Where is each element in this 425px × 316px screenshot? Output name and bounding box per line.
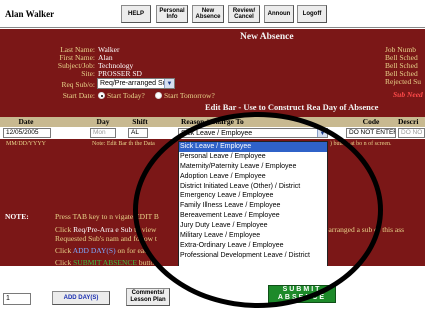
start-tomorrow-label: Start Tomorrow?: [164, 91, 215, 100]
col-date: Date: [18, 117, 34, 126]
date-input[interactable]: 12/05/2005: [3, 128, 51, 138]
reason-option[interactable]: Bereavement Leave / Employee: [179, 211, 327, 221]
panel-title: New Absence: [240, 32, 294, 42]
start-today-option[interactable]: Start Today?: [98, 91, 145, 100]
reason-option[interactable]: Military Leave / Employee: [179, 231, 327, 241]
user-name: Alan Walker: [5, 9, 55, 19]
reason-option[interactable]: Emergency Leave / Employee: [179, 191, 327, 201]
col-reason: Reason / Charge To: [181, 117, 244, 126]
reason-select[interactable]: Sick Leave / Employee ▼: [178, 128, 328, 138]
personal-info-button[interactable]: Personal Info: [156, 5, 188, 23]
note-line-4-prefix: Click: [55, 246, 73, 255]
note-line-1: Press TAB key to n vigate EDIT B: [55, 212, 159, 221]
edit-bar-note: Note: Edit Bar th the Data: [92, 141, 155, 147]
help-button[interactable]: HELP: [121, 5, 151, 23]
site-value: PROSSER SD: [98, 69, 142, 78]
description-input[interactable]: DO NO: [398, 128, 425, 138]
code-input[interactable]: DO NOT ENTER: [346, 128, 396, 138]
reason-option[interactable]: Extra-Ordinary Leave / Employee: [179, 241, 327, 251]
reason-option[interactable]: Family Illness Leave / Employee: [179, 201, 327, 211]
chevron-down-icon[interactable]: ▼: [164, 79, 174, 88]
shift-select[interactable]: AL: [128, 128, 148, 138]
note-line-2-prefix: Click: [55, 225, 74, 234]
edit-row: 12/05/2005 Mon AL Sick Leave / Employee …: [0, 127, 425, 139]
req-sub-link[interactable]: Req/Pre-Arra e Sub: [73, 225, 132, 234]
sub-needed-label: Sub Need: [393, 90, 423, 99]
req-sub-label: Req Sub/o:: [61, 80, 95, 89]
reason-option[interactable]: Professional Development Leave / Distric…: [179, 251, 327, 261]
add-days-button[interactable]: ADD DAY(S): [52, 291, 110, 305]
note-line-2-suffix: to view: [132, 225, 157, 234]
col-shift: Shift: [132, 117, 148, 126]
reason-dropdown-list[interactable]: Sick Leave / Employee Personal Leave / E…: [178, 141, 328, 281]
new-absence-button[interactable]: New Absence: [192, 5, 224, 23]
note-line-2: Click Req/Pre-Arra e Sub to view: [55, 225, 156, 234]
req-sub-select[interactable]: Req/Pre-arranged Sub ▼: [97, 78, 175, 89]
absence-label: ABSENCE: [277, 294, 327, 301]
note-label: NOTE:: [5, 212, 29, 221]
chevron-down-icon[interactable]: ▼: [317, 129, 327, 137]
col-code: Code: [362, 117, 380, 126]
start-tomorrow-option[interactable]: Start Tomorrow?: [155, 91, 215, 100]
note-line-3: Requested Sub's nam and follow t: [55, 234, 157, 243]
edit-bar-title: Edit Bar - Use to Construct Rea Day of A…: [205, 102, 379, 112]
rejected-sub-label: Rejected Su: [385, 77, 422, 86]
reason-option[interactable]: Maternity/Paternity Leave / Employee: [179, 162, 327, 172]
reason-option[interactable]: Adoption Leave / Employee: [179, 172, 327, 182]
edit-bar-note-end: ) button at bo n of screen.: [330, 141, 392, 147]
announcements-button[interactable]: Announ: [264, 5, 294, 23]
review-cancel-button[interactable]: Review/ Cancel: [228, 5, 260, 23]
site-label: Site:: [81, 69, 95, 78]
start-today-radio[interactable]: [98, 92, 105, 99]
note-line-4-suffix: on for eac: [115, 246, 148, 255]
logoff-button[interactable]: Logoff: [297, 5, 327, 23]
grid-header: Date Day Shift Reason / Charge To Code D…: [0, 117, 425, 127]
start-date-label: Start Date:: [62, 91, 95, 100]
req-sub-selected: Req/Pre-arranged Sub: [100, 80, 171, 87]
top-toolbar: Alan Walker HELP Personal Info New Absen…: [0, 0, 425, 28]
submit-absence-button[interactable]: SUBMIT ABSENCE: [268, 285, 336, 303]
submit-label: SUBMIT: [282, 286, 322, 293]
reason-option[interactable]: District Initiated Leave (Other) / Distr…: [179, 182, 327, 192]
start-today-label: Start Today?: [107, 91, 145, 100]
note-line-4: Click ADD DAY(S) on for eac: [55, 246, 147, 255]
day-input[interactable]: Mon: [90, 128, 116, 138]
note-line-2-end: -arranged a sub or this ass: [326, 225, 405, 234]
col-description: Descri: [398, 117, 419, 126]
date-format-hint: MM/DD/YYYY: [6, 141, 47, 147]
start-tomorrow-radio[interactable]: [155, 92, 162, 99]
add-days-link: ADD DAY(S): [72, 246, 116, 255]
reason-option[interactable]: Jury Duty Leave / Employee: [179, 221, 327, 231]
col-day: Day: [96, 117, 110, 126]
reason-option[interactable]: Sick Leave / Employee: [179, 142, 327, 152]
reason-option[interactable]: Personal Leave / Employee: [179, 152, 327, 162]
reason-selected: Sick Leave / Employee: [181, 130, 253, 137]
day-count-input[interactable]: 1: [3, 293, 31, 305]
comments-lesson-plan-button[interactable]: Comments/ Lesson Plan: [126, 288, 170, 306]
